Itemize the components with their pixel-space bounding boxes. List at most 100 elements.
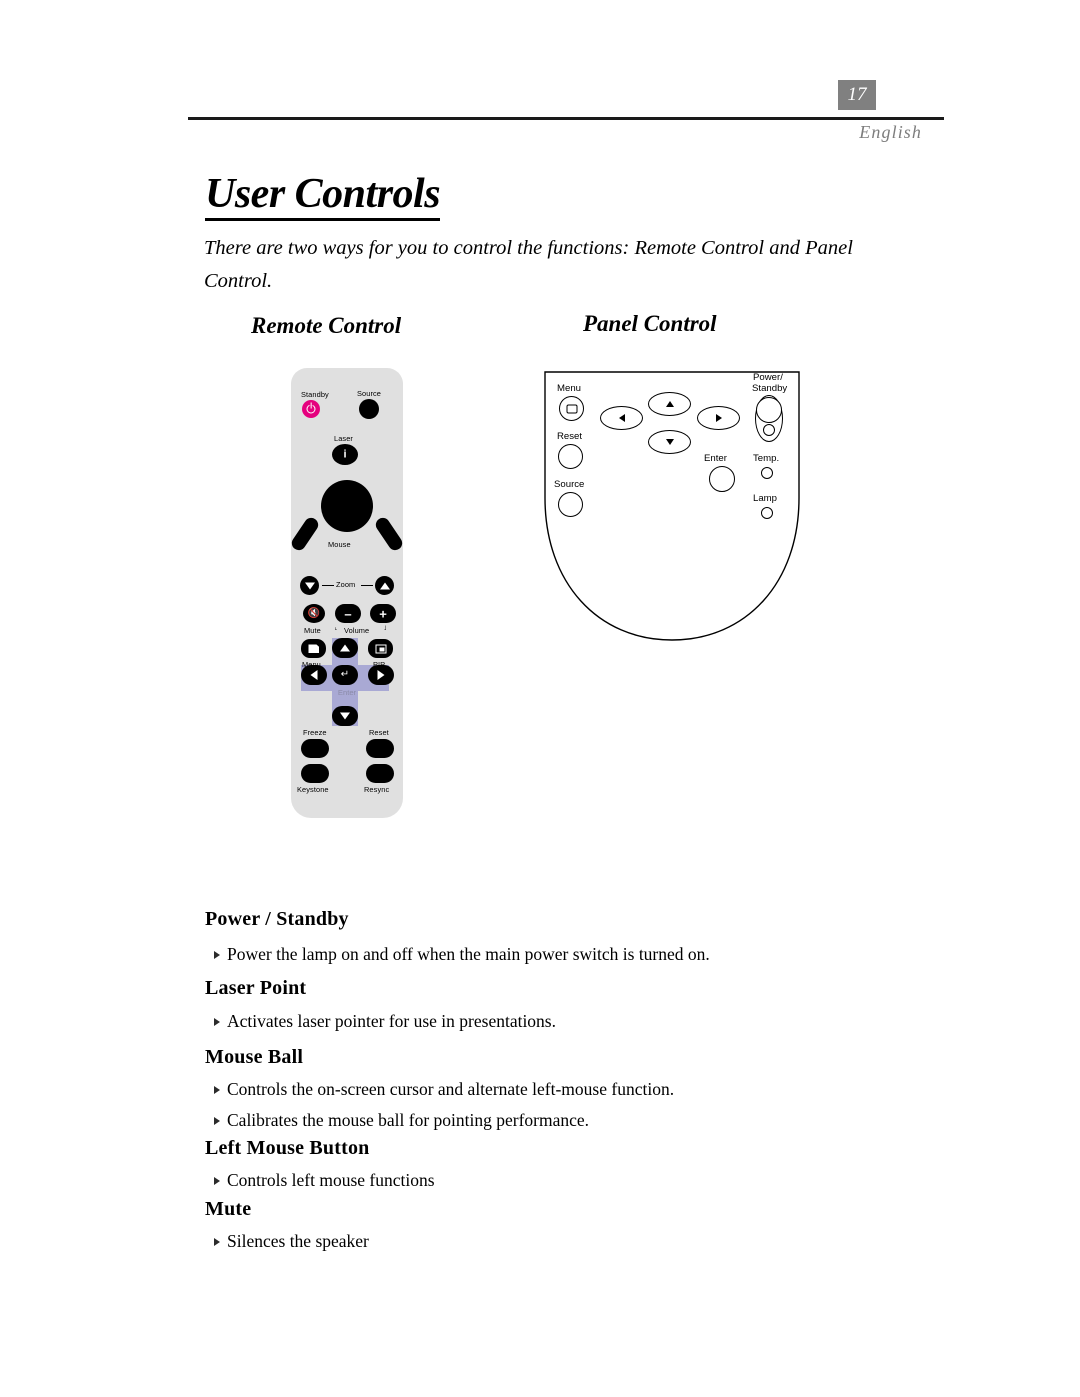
remote-zoom-in-button[interactable] <box>375 576 394 595</box>
panel-lamp-led <box>761 507 773 519</box>
remote-resync-label: Resync <box>364 785 390 794</box>
remote-reset-label: Reset <box>369 728 389 737</box>
remote-keystone-button[interactable] <box>301 764 329 783</box>
section-item-text: Power the lamp on and off when the main … <box>227 944 710 964</box>
section-heading-power-standby: Power / Standby <box>205 908 349 930</box>
bullet-triangle-icon <box>214 1237 220 1246</box>
arrow-down-icon <box>665 439 674 445</box>
arrow-right-icon <box>377 670 385 680</box>
panel-control-heading: Panel Control <box>583 311 717 336</box>
volume-bracket-right: ˩ <box>384 626 387 632</box>
panel-nav-left-button[interactable] <box>600 406 643 430</box>
zoom-dash-right <box>361 585 373 587</box>
bullet-triangle-icon <box>214 1085 220 1094</box>
arrow-up-icon <box>340 644 350 652</box>
remote-enter-label: Enter <box>337 688 357 697</box>
section-heading-laser-point: Laser Point <box>205 977 307 999</box>
header-divider <box>188 117 944 120</box>
remote-keystone-label: Keystone <box>297 785 329 794</box>
panel-menu-label: Menu <box>557 383 581 394</box>
panel-reset-label: Reset <box>557 431 583 442</box>
panel-temp-label: Temp. <box>753 453 780 464</box>
volume-bracket-left: ˪ <box>335 626 338 632</box>
remote-source-label: Source <box>357 389 382 398</box>
panel-power-standby-button[interactable] <box>756 397 782 423</box>
section-heading-mouse-ball: Mouse Ball <box>205 1046 304 1068</box>
section-item-text: Activates laser pointer for use in prese… <box>227 1011 556 1031</box>
remote-reset-button[interactable] <box>366 739 394 758</box>
minus-icon: – <box>344 606 352 621</box>
panel-menu-button[interactable] <box>559 396 584 421</box>
remote-zoom-out-button[interactable] <box>300 576 319 595</box>
section-item: Silences the speaker <box>214 1231 369 1252</box>
remote-mouse-label: Mouse <box>328 540 351 549</box>
remote-nav-up-button[interactable] <box>332 638 358 658</box>
zoom-dash-left <box>322 585 334 587</box>
page-header: 17 English <box>188 80 944 142</box>
bullet-triangle-icon <box>214 1116 220 1125</box>
remote-freeze-button[interactable] <box>301 739 329 758</box>
menu-page-icon <box>308 644 319 653</box>
section-item: Power the lamp on and off when the main … <box>214 944 710 965</box>
arrow-left-icon <box>618 414 625 422</box>
section-item-text: Silences the speaker <box>227 1231 369 1251</box>
remote-freeze-label: Freeze <box>303 728 327 737</box>
remote-enter-button[interactable]: ↵ <box>332 665 358 685</box>
remote-pip-button[interactable] <box>368 639 393 658</box>
speaker-mute-icon: 🔇 <box>307 607 321 619</box>
panel-reset-button[interactable] <box>558 444 583 469</box>
section-item: Calibrates the mouse ball for pointing p… <box>214 1110 589 1131</box>
panel-nav-down-button[interactable] <box>648 430 691 454</box>
page-number-badge: 17 <box>838 80 876 110</box>
remote-source-button[interactable] <box>359 399 379 419</box>
remote-standby-label: Standby <box>301 390 329 399</box>
arrow-right-icon <box>715 414 722 422</box>
remote-left-mouse-button[interactable] <box>289 515 321 553</box>
intro-paragraph: There are two ways for you to control th… <box>204 237 853 292</box>
remote-resync-button[interactable] <box>366 764 394 783</box>
panel-power-standby-label-line2: Standby <box>752 383 788 394</box>
remote-nav-down-button[interactable] <box>332 706 358 726</box>
plus-icon: + <box>379 606 387 621</box>
bullet-triangle-icon <box>214 1176 220 1185</box>
bullet-triangle-icon <box>214 1017 220 1026</box>
remote-nav-right-button[interactable] <box>368 665 394 685</box>
triangle-up-icon <box>379 582 390 589</box>
arrow-left-icon <box>310 670 318 680</box>
section-item: Controls the on-screen cursor and altern… <box>214 1079 674 1100</box>
panel-nav-up-button[interactable] <box>648 392 691 416</box>
remote-menu-button[interactable] <box>301 639 326 658</box>
arrow-up-icon <box>665 401 674 407</box>
section-item-text: Calibrates the mouse ball for pointing p… <box>227 1110 590 1130</box>
laser-info-icon: i <box>343 448 347 460</box>
remote-volume-label: Volume <box>344 626 370 635</box>
remote-nav-left-button[interactable] <box>301 665 327 685</box>
section-item-text: Controls left mouse functions <box>227 1170 435 1190</box>
panel-lamp-label: Lamp <box>753 493 777 504</box>
panel-source-button[interactable] <box>558 492 583 517</box>
remote-laser-label: Laser <box>334 434 353 443</box>
bullet-triangle-icon <box>214 950 220 959</box>
remote-volume-up-button[interactable]: + <box>370 604 396 623</box>
language-label: English <box>859 122 922 142</box>
triangle-down-icon <box>304 582 315 589</box>
page-title: User Controls <box>205 171 441 222</box>
panel-enter-button[interactable] <box>709 466 735 492</box>
remote-zoom-row: Zoom <box>291 576 403 595</box>
remote-control-diagram: Standby Source Laser i Mouse Zoom 🔇 Mute… <box>289 368 405 818</box>
pip-icon <box>375 644 386 653</box>
panel-source-label: Source <box>554 479 585 490</box>
panel-temp-led <box>761 467 773 479</box>
remote-laser-button[interactable]: i <box>332 444 358 465</box>
remote-standby-button[interactable] <box>302 400 320 418</box>
remote-volume-down-button[interactable]: – <box>335 604 361 623</box>
panel-power-standby-label-line1: Power/ <box>753 372 783 383</box>
remote-mouse-ball[interactable] <box>321 480 373 532</box>
remote-zoom-label: Zoom <box>336 580 356 589</box>
remote-right-mouse-button[interactable] <box>373 515 405 553</box>
section-heading-mute: Mute <box>205 1198 252 1220</box>
section-item: Controls left mouse functions <box>214 1170 435 1191</box>
panel-nav-right-button[interactable] <box>697 406 740 430</box>
remote-mute-button[interactable]: 🔇 <box>303 604 325 623</box>
remote-mute-label: Mute <box>304 626 321 635</box>
